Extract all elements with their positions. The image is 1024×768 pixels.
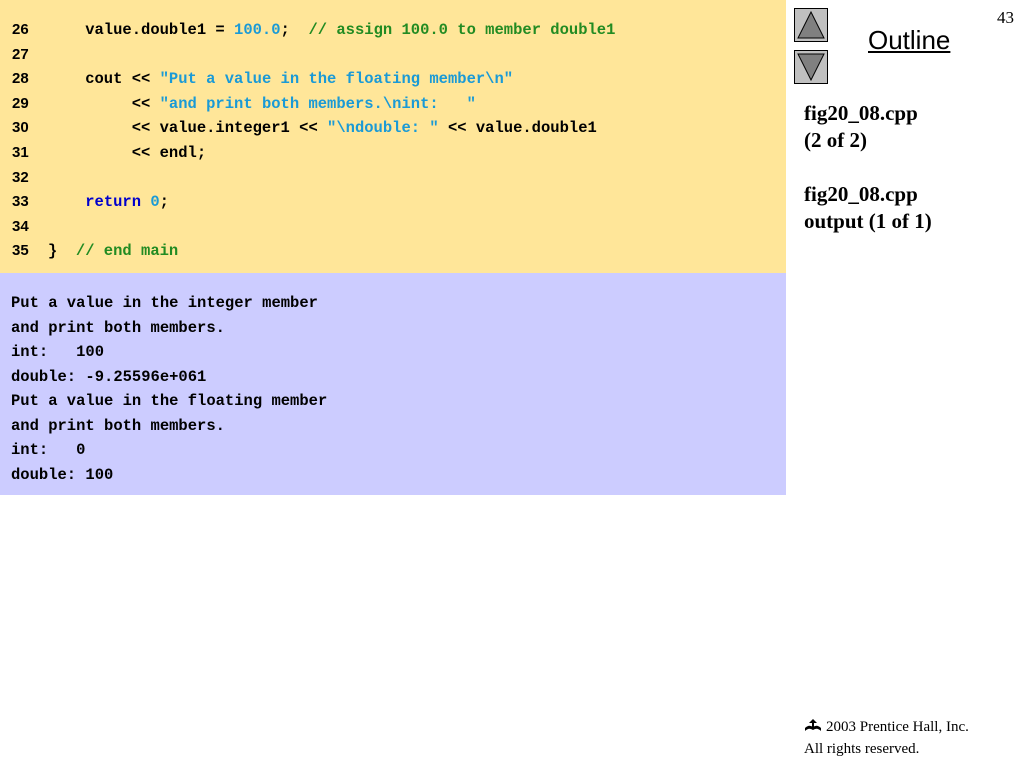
prentice-hall-logo-icon: [805, 719, 821, 731]
file-note-part: output (1 of 1): [804, 209, 932, 233]
line-number: 35: [12, 242, 29, 260]
file-note-filename: fig20_08.cpp: [804, 182, 918, 206]
output-line: double: -9.25596e+061: [11, 367, 207, 386]
code-token-number: 0: [150, 193, 160, 212]
file-note-source: fig20_08.cpp (2 of 2): [804, 100, 1014, 154]
output-line: double: 100: [11, 465, 114, 484]
output-line: Put a value in the floating member: [11, 392, 328, 410]
code-token-string: "Put a value in the floating member\n": [159, 70, 514, 89]
code-text: << "and print both members.\nint: ": [48, 92, 476, 116]
line-number: 33: [12, 193, 29, 211]
rights-text: All rights reserved.: [804, 741, 920, 757]
code-text: } // end main: [48, 239, 178, 263]
code-token-keyword: return: [85, 193, 142, 212]
code-line: 27: [0, 43, 786, 67]
code-token-plain: ;: [280, 21, 309, 39]
code-token-plain: cout <<: [48, 70, 160, 89]
code-line: 31 << endl;: [0, 141, 786, 165]
code-listing: 26 value.double1 = 100.0; // assign 100.…: [0, 0, 786, 273]
code-line: 28 cout << "Put a value in the floating …: [0, 67, 786, 91]
file-note-part: (2 of 2): [804, 128, 867, 152]
line-number: 31: [12, 144, 29, 161]
copyright-text: 2003 Prentice Hall, Inc.: [826, 719, 969, 735]
previous-slide-button[interactable]: [794, 8, 828, 42]
code-line: 26 value.double1 = 100.0; // assign 100.…: [0, 18, 786, 42]
line-number: 30: [12, 119, 29, 137]
code-line: 29 << "and print both members.\nint: ": [0, 92, 786, 116]
line-number: 27: [12, 45, 29, 63]
code-token-number: 100.0: [234, 21, 281, 39]
code-token-string: "\ndouble: ": [327, 119, 439, 138]
line-number: 26: [12, 21, 29, 38]
code-text: value.double1 = 100.0; // assign 100.0 t…: [48, 18, 615, 42]
program-output: Put a value in the integer member and pri…: [0, 273, 786, 495]
code-token-comment: // assign 100.0 to member double1: [308, 21, 616, 39]
output-line: Put a value in the integer member: [11, 294, 318, 312]
file-note-filename: fig20_08.cpp: [804, 101, 918, 125]
code-line: 30 << value.integer1 << "\ndouble: " << …: [0, 116, 786, 140]
output-line: int: 0: [11, 441, 86, 459]
outline-link[interactable]: Outline: [868, 25, 950, 56]
code-text: cout << "Put a value in the floating mem…: [48, 67, 513, 91]
code-line: 32: [0, 166, 786, 190]
code-token-comment: // end main: [75, 242, 179, 261]
triangle-down-icon: [797, 53, 825, 82]
output-line: and print both members.: [11, 416, 225, 435]
code-token-plain: <<: [48, 94, 160, 113]
line-number: 34: [12, 217, 29, 235]
code-line: 33 return 0;: [0, 190, 786, 214]
code-text: << value.integer1 << "\ndouble: " << val…: [48, 116, 597, 140]
line-number: 29: [12, 94, 29, 112]
code-token-plain: value.double1 =: [48, 21, 235, 39]
code-token-plain: << value.integer1 <<: [48, 119, 328, 138]
code-line: 35} // end main: [0, 239, 786, 263]
line-number: 32: [12, 168, 29, 186]
copyright-footer: 2003 Prentice Hall, Inc. All rights rese…: [804, 716, 969, 760]
code-token-string: "and print both members.\nint: ": [159, 94, 476, 113]
code-line: 34: [0, 215, 786, 239]
triangle-up-icon: [797, 10, 825, 39]
code-text: return 0;: [48, 190, 169, 214]
code-token-plain: }: [48, 242, 76, 261]
file-note-output: fig20_08.cpp output (1 of 1): [804, 181, 1014, 235]
output-line: and print both members.: [11, 318, 225, 337]
line-number: 28: [12, 70, 29, 88]
next-slide-button[interactable]: [794, 50, 828, 84]
code-token-plain: << value.double1: [438, 119, 597, 138]
code-token-plain: << endl;: [48, 144, 207, 162]
code-text: << endl;: [48, 141, 206, 165]
code-token-plain: ;: [159, 193, 169, 212]
output-line: int: 100: [11, 343, 105, 361]
slide-number: 43: [997, 8, 1014, 27]
